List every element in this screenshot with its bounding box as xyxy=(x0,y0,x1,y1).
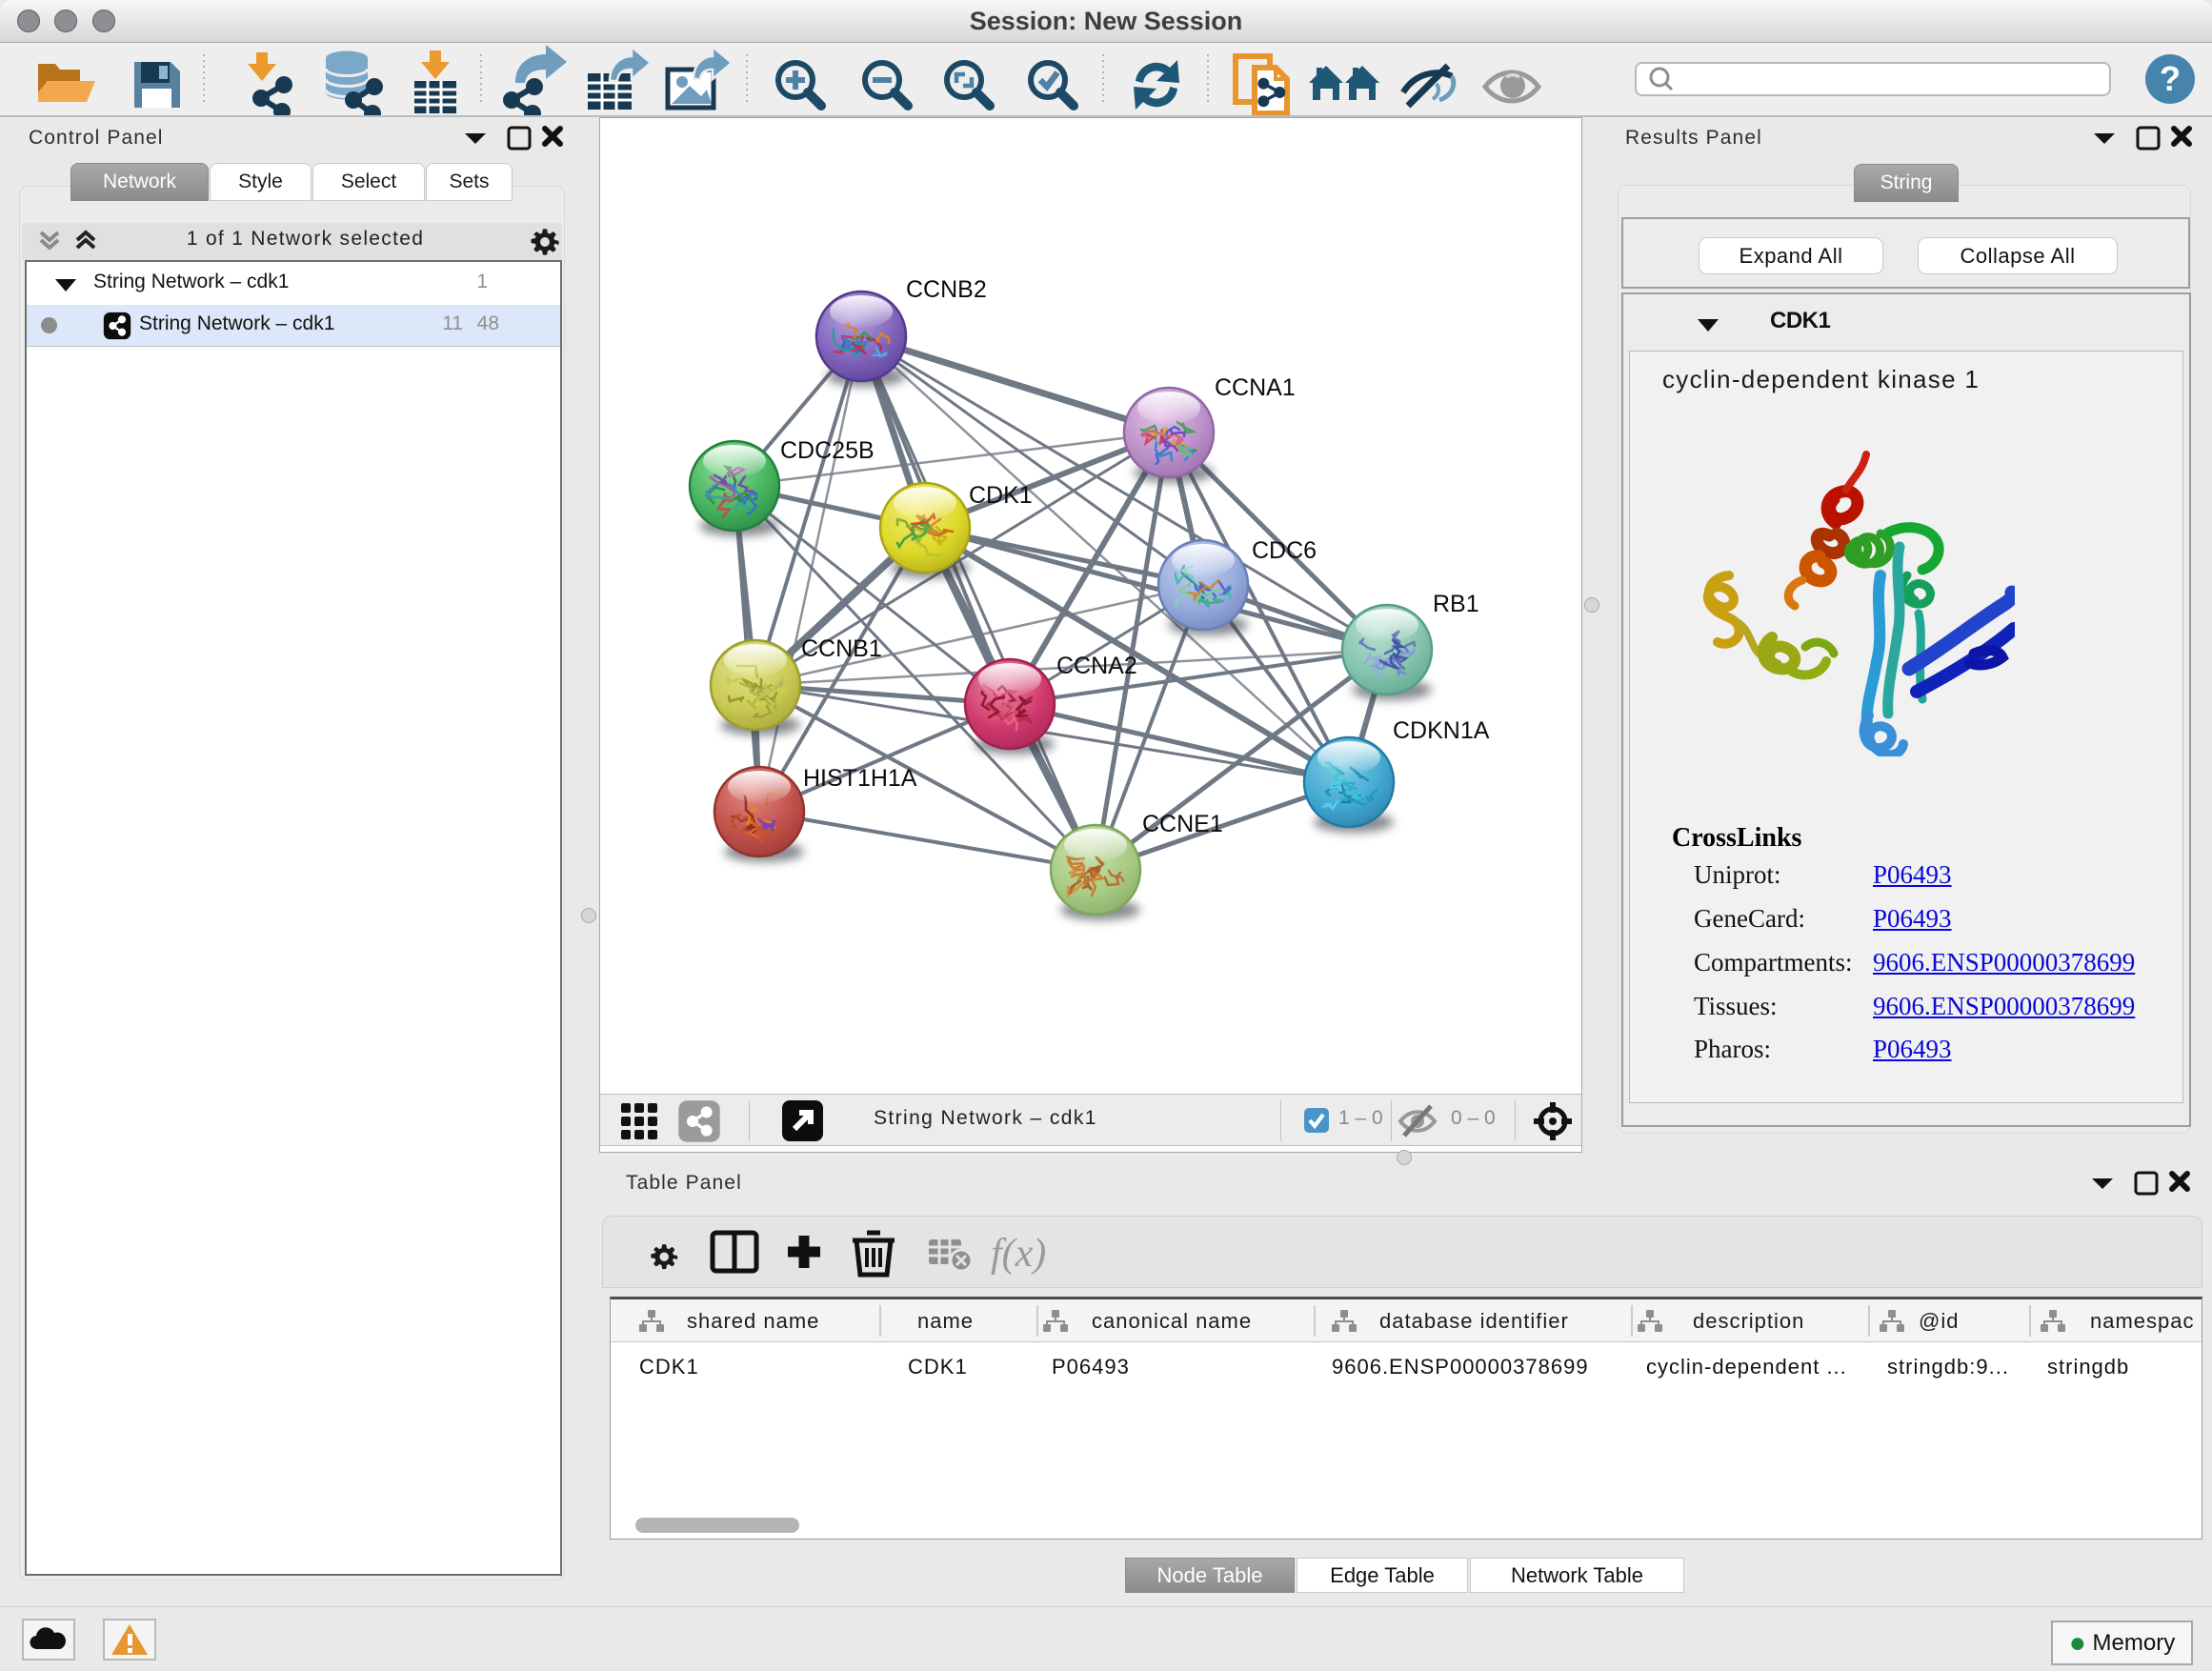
svg-text:CCNE1: CCNE1 xyxy=(1142,811,1223,837)
svg-text:CCNB1: CCNB1 xyxy=(801,635,882,662)
svg-text:CCNA2: CCNA2 xyxy=(1056,653,1137,679)
svg-text:CCNB2: CCNB2 xyxy=(906,276,987,303)
svg-text:CDKN1A: CDKN1A xyxy=(1393,717,1490,744)
svg-text:CCNA1: CCNA1 xyxy=(1215,374,1296,401)
svg-text:?: ? xyxy=(2160,59,2181,98)
svg-text:CDK1: CDK1 xyxy=(969,482,1033,509)
svg-text:CDC25B: CDC25B xyxy=(780,437,875,464)
svg-text:CDC6: CDC6 xyxy=(1252,537,1317,564)
svg-text:RB1: RB1 xyxy=(1433,591,1479,617)
svg-text:HIST1H1A: HIST1H1A xyxy=(803,765,917,792)
svg-text:f(x): f(x) xyxy=(991,1232,1046,1276)
